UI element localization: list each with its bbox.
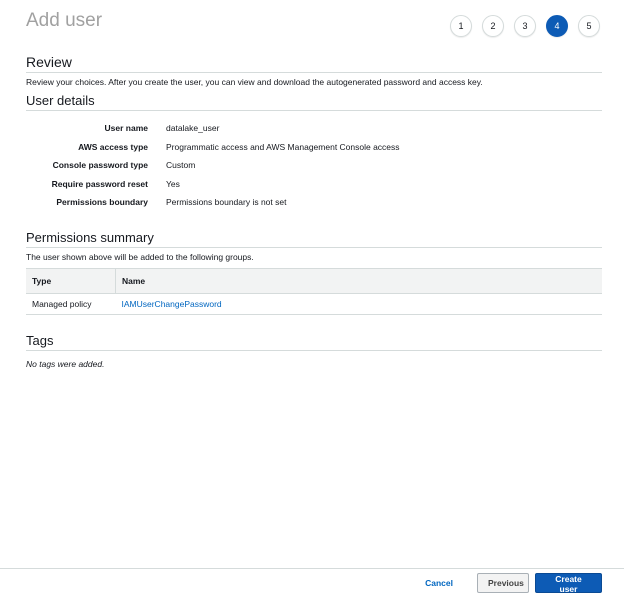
cancel-button[interactable]: Cancel xyxy=(415,573,463,593)
column-header-type: Type xyxy=(26,267,116,294)
step-1[interactable]: 1 xyxy=(450,15,472,37)
footer-buttons: Cancel Previous Create user xyxy=(415,573,602,594)
create-user-button[interactable]: Create user xyxy=(535,573,602,594)
footer-bar: Cancel Previous Create user xyxy=(0,568,624,595)
detail-label: Require password reset xyxy=(51,178,148,189)
detail-value: Permissions boundary is not set xyxy=(166,197,287,208)
policy-name-cell: IAMUserChangePassword xyxy=(115,293,602,315)
step-4-current[interactable]: 4 xyxy=(546,15,568,37)
permissions-table: Type Name Managed policy IAMUserChangePa… xyxy=(26,267,602,315)
detail-value: Yes xyxy=(166,178,180,189)
column-header-name: Name xyxy=(115,267,602,294)
step-3[interactable]: 3 xyxy=(514,15,536,37)
permissions-description: The user shown above will be added to th… xyxy=(26,251,254,262)
tags-heading: Tags xyxy=(26,333,602,351)
step-2[interactable]: 2 xyxy=(482,15,504,37)
previous-button[interactable]: Previous xyxy=(477,573,529,593)
add-user-page: Add user 1 2 3 4 5 Review Review your ch… xyxy=(0,0,624,595)
detail-row-access-type: AWS access type Programmatic access and … xyxy=(26,138,602,157)
detail-label: Permissions boundary xyxy=(56,197,148,208)
detail-value: Custom xyxy=(166,160,196,171)
permissions-summary-heading: Permissions summary xyxy=(26,230,602,248)
wizard-steps: 1 2 3 4 5 xyxy=(450,15,600,37)
detail-row-permissions-boundary: Permissions boundary Permissions boundar… xyxy=(26,193,602,212)
detail-value: datalake_user xyxy=(166,123,220,134)
detail-row-password-type: Console password type Custom xyxy=(26,156,602,175)
user-details-list: User name datalake_user AWS access type … xyxy=(26,119,602,212)
table-header-row: Type Name xyxy=(26,267,602,294)
review-heading: Review xyxy=(26,54,602,73)
review-description: Review your choices. After you create th… xyxy=(26,77,483,87)
step-5[interactable]: 5 xyxy=(578,15,600,37)
detail-label: Console password type xyxy=(52,160,148,171)
page-title: Add user xyxy=(26,10,103,31)
main-content: Review Review your choices. After you cr… xyxy=(26,54,602,369)
detail-value: Programmatic access and AWS Management C… xyxy=(166,141,400,152)
detail-row-password-reset: Require password reset Yes xyxy=(26,175,602,194)
policy-type-cell: Managed policy xyxy=(26,293,116,315)
detail-row-user-name: User name datalake_user xyxy=(26,119,602,138)
policy-link[interactable]: IAMUserChangePassword xyxy=(122,299,222,309)
detail-label: User name xyxy=(104,123,148,134)
user-details-heading: User details xyxy=(26,93,602,111)
no-tags-text: No tags were added. xyxy=(26,358,105,369)
table-row: Managed policy IAMUserChangePassword xyxy=(26,293,602,315)
detail-label: AWS access type xyxy=(78,141,148,152)
